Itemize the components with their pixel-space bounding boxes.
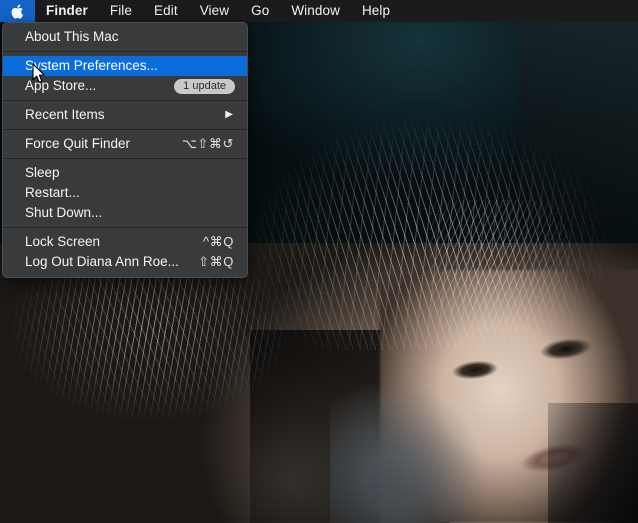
menu-item-shut-down[interactable]: Shut Down...: [3, 203, 247, 223]
menu-item-shortcut: ^⌘Q: [202, 234, 234, 249]
menu-item-label: Shut Down...: [25, 205, 103, 220]
apple-dropdown-menu: About This Mac System Preferences... App…: [2, 22, 248, 278]
menu-item-label: Lock Screen: [25, 234, 101, 249]
apple-menu-button[interactable]: [0, 0, 35, 22]
menubar-item-window[interactable]: Window: [280, 0, 351, 22]
menu-item-restart[interactable]: Restart...: [3, 183, 247, 203]
menubar-item-edit[interactable]: Edit: [143, 0, 189, 22]
menubar-item-file[interactable]: File: [99, 0, 143, 22]
menu-item-label: Sleep: [25, 165, 60, 180]
menu-item-label: App Store...: [25, 78, 97, 93]
menubar-item-view[interactable]: View: [189, 0, 240, 22]
wallpaper-hair-strands-right: [430, 200, 638, 410]
menu-item-log-out[interactable]: Log Out Diana Ann Roe... ⇧⌘Q: [3, 252, 247, 272]
apple-logo-icon: [11, 3, 24, 19]
menu-item-label: About This Mac: [25, 29, 119, 44]
menu-item-app-store[interactable]: App Store... 1 update: [3, 76, 247, 96]
desktop-screen: Finder File Edit View Go Window Help Abo…: [0, 0, 638, 523]
menu-item-sleep[interactable]: Sleep: [3, 163, 247, 183]
menu-item-label: Recent Items: [25, 107, 105, 122]
menu-item-force-quit-finder[interactable]: Force Quit Finder ⌥⇧⌘↺: [3, 134, 247, 154]
menubar-item-go[interactable]: Go: [240, 0, 280, 22]
menu-item-shortcut: ⇧⌘Q: [198, 254, 234, 269]
menu-item-shortcut: ⌥⇧⌘↺: [181, 136, 234, 151]
wallpaper-corner-shadow: [548, 403, 638, 523]
menubar-item-finder[interactable]: Finder: [35, 0, 99, 22]
menu-item-label: Restart...: [25, 185, 80, 200]
menu-item-lock-screen[interactable]: Lock Screen ^⌘Q: [3, 232, 247, 252]
menu-separator: [3, 100, 247, 101]
menu-separator: [3, 51, 247, 52]
menu-item-system-preferences[interactable]: System Preferences...: [3, 56, 247, 76]
menu-bar: Finder File Edit View Go Window Help: [0, 0, 638, 22]
menubar-item-help[interactable]: Help: [351, 0, 401, 22]
menu-item-label: Log Out Diana Ann Roe...: [25, 254, 179, 269]
menu-separator: [3, 227, 247, 228]
menu-item-label: System Preferences...: [25, 58, 158, 73]
menu-separator: [3, 158, 247, 159]
app-store-update-badge: 1 update: [174, 78, 235, 94]
menu-item-recent-items[interactable]: Recent Items ▶: [3, 105, 247, 125]
menu-item-label: Force Quit Finder: [25, 136, 131, 151]
submenu-arrow-icon: ▶: [225, 109, 233, 120]
menu-item-about-this-mac[interactable]: About This Mac: [3, 27, 247, 47]
menu-separator: [3, 129, 247, 130]
